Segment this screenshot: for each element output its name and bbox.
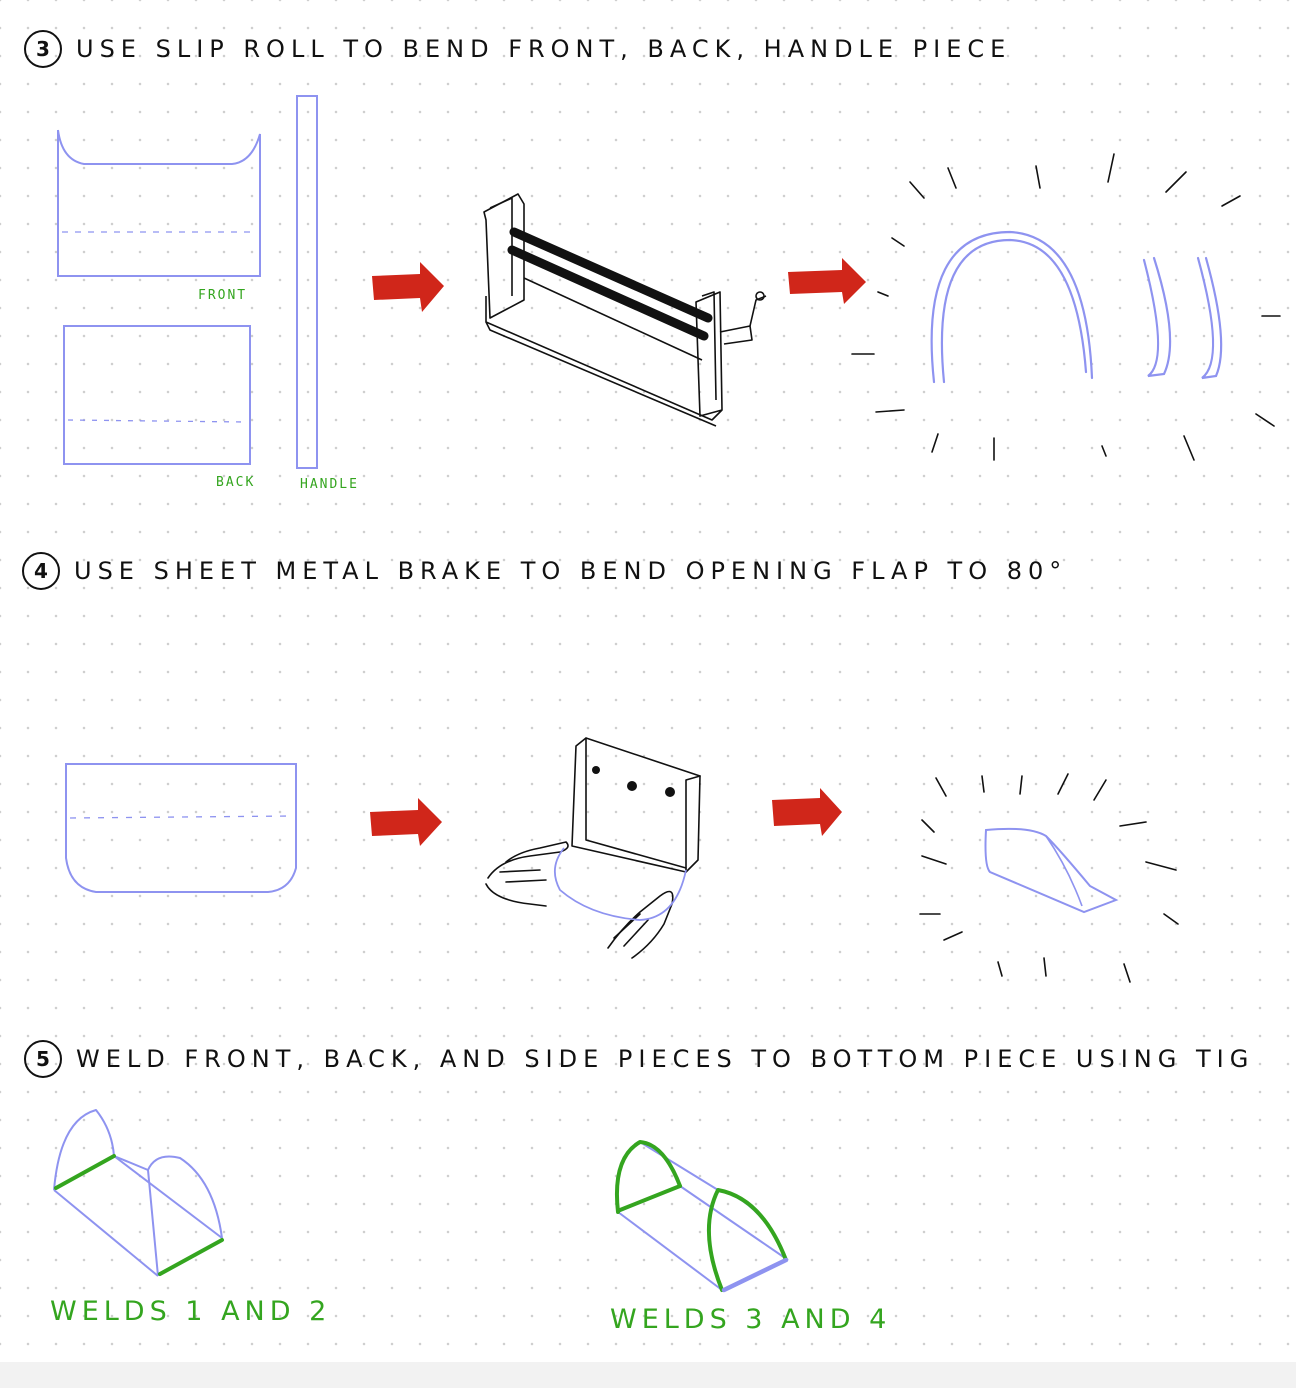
bottom-edge [0,1362,1296,1388]
welds-3-4-label: WELDS 3 AND 4 [610,1304,892,1335]
weld-assembly-2-sketch [614,1140,789,1293]
